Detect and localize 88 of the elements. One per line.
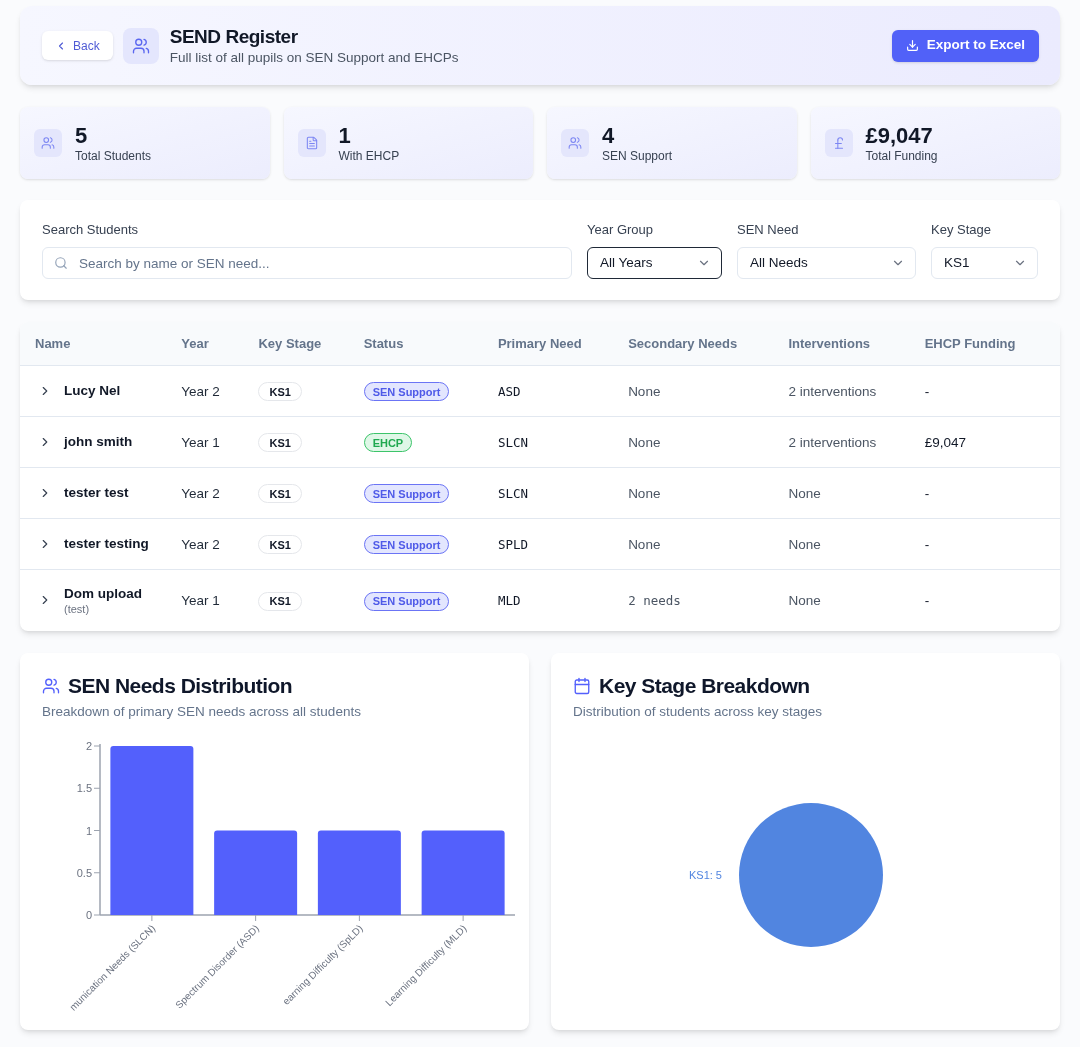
secondary-needs-text: None: [628, 536, 661, 552]
axis-tick-label: 1.5: [76, 782, 92, 795]
interventions-text: None: [788, 593, 821, 609]
status-badge: SEN Support: [363, 592, 450, 611]
stat-value: £9,047: [865, 122, 933, 149]
calendar-icon: [573, 677, 591, 695]
axis-tick-label: 1: [85, 824, 92, 837]
filter-select[interactable]: KS1: [931, 247, 1038, 279]
status-badge: SEN Support: [363, 535, 450, 555]
filter-label: Year Group: [587, 222, 653, 238]
stat-value: 1: [338, 122, 351, 149]
column-header: Year: [181, 336, 209, 352]
column-header: Secondary Needs: [628, 336, 738, 352]
interventions-text: None: [788, 485, 821, 501]
funding-text: -: [924, 485, 930, 501]
page-subtitle: Full list of all pupils on SEN Support and EHCPs: [169, 48, 459, 67]
users-icon: [561, 129, 589, 157]
student-name: john smith: [64, 433, 133, 450]
key-stage-badge: KS1: [258, 382, 302, 402]
key-stage-badge: KS1: [258, 484, 302, 504]
axis-tick-label: 2: [85, 740, 92, 752]
funding-text: -: [924, 383, 930, 399]
download-icon: [905, 39, 919, 52]
stat-label: Total Funding: [865, 148, 938, 164]
column-header: Status: [363, 336, 404, 352]
column-header: Interventions: [788, 336, 871, 352]
filter-label: SEN Need: [737, 222, 799, 238]
student-name: Dom upload: [64, 584, 142, 602]
interventions-text: 2 interventions: [788, 434, 877, 450]
column-header: EHCP Funding: [924, 336, 1016, 352]
chart-title: Key Stage Breakdown: [599, 673, 810, 699]
secondary-needs-text: 2 needs: [628, 593, 681, 609]
year-text: Year 1: [181, 593, 220, 609]
stat-label: SEN Support: [602, 148, 673, 164]
chart-title: SEN Needs Distribution: [68, 673, 293, 699]
axis-tick-label: 0: [85, 909, 92, 921]
secondary-needs-text: None: [628, 434, 661, 450]
document-icon: [297, 129, 326, 157]
key-stage-badge: KS1: [258, 592, 302, 611]
funding-text: £9,047: [924, 434, 966, 450]
key-stage-badge: KS1: [258, 535, 302, 555]
stat-label: Total Students: [75, 148, 152, 164]
column-header: Key Stage: [258, 336, 322, 352]
year-text: Year 2: [181, 383, 220, 399]
slice-label: KS1: 5: [688, 869, 722, 881]
filter-select[interactable]: All Needs: [737, 247, 916, 279]
primary-need-text: MLD: [497, 593, 521, 609]
users-icon: [34, 129, 62, 157]
student-name: tester testing: [64, 535, 149, 552]
stat-value: 4: [602, 122, 615, 149]
axis-tick-label: 0.5: [76, 866, 92, 879]
status-badge: SEN Support: [363, 382, 450, 402]
student-name: tester test: [64, 484, 129, 501]
student-note: (test): [64, 601, 90, 616]
users-icon: [122, 27, 159, 64]
interventions-text: 2 interventions: [788, 383, 877, 399]
back-button[interactable]: Back: [42, 31, 113, 60]
filter-label: Search Students: [42, 222, 139, 238]
page-title: SEND Register: [169, 24, 298, 49]
primary-need-text: SLCN: [497, 434, 528, 450]
pound-icon: [824, 129, 853, 157]
users-icon: [42, 677, 60, 695]
chart-subtitle: Distribution of students across key stages: [573, 703, 823, 721]
filter-label: Key Stage: [931, 222, 991, 238]
export-button[interactable]: Export to Excel: [891, 29, 1039, 62]
status-badge: EHCP: [363, 433, 413, 453]
primary-need-text: SLCN: [497, 485, 528, 501]
primary-need-text: ASD: [497, 383, 521, 399]
search-field[interactable]: Search by name or SEN need...: [42, 247, 572, 279]
funding-text: -: [924, 536, 930, 552]
filter-select[interactable]: All Years: [587, 247, 722, 279]
year-text: Year 1: [181, 434, 220, 450]
funding-text: -: [924, 593, 930, 609]
secondary-needs-text: None: [628, 383, 661, 399]
column-header: Primary Need: [497, 336, 582, 352]
primary-need-text: SPLD: [497, 536, 528, 552]
year-text: Year 2: [181, 536, 220, 552]
search-icon: [54, 256, 68, 270]
chart-subtitle: Breakdown of primary SEN needs across all students: [42, 703, 361, 721]
secondary-needs-text: None: [628, 485, 661, 501]
stat-value: 5: [75, 122, 88, 149]
interventions-text: None: [788, 536, 821, 552]
column-header: Name: [35, 336, 71, 352]
key-stage-badge: KS1: [258, 433, 302, 453]
status-badge: SEN Support: [363, 484, 450, 504]
stat-label: With EHCP: [338, 148, 400, 164]
year-text: Year 2: [181, 485, 220, 501]
student-name: Lucy Nel: [64, 382, 121, 399]
